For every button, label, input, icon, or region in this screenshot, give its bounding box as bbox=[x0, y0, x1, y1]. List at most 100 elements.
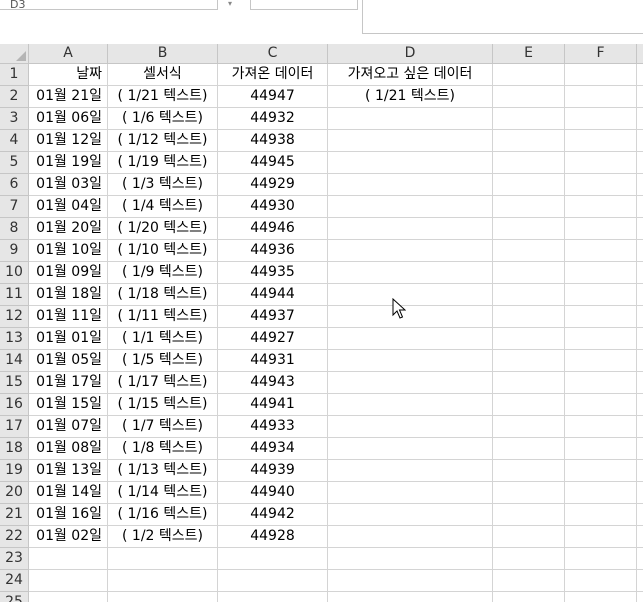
cell-d1[interactable]: 가져오고 싶은 데이터 bbox=[328, 64, 493, 86]
cell-g20[interactable] bbox=[637, 482, 643, 504]
cell-f19[interactable] bbox=[565, 460, 637, 482]
cell-a7[interactable]: 01월 04일 bbox=[29, 196, 108, 218]
cell-g14[interactable] bbox=[637, 350, 643, 372]
cell-d23[interactable] bbox=[328, 548, 493, 570]
cell-b9[interactable]: ( 1/10 텍스트) bbox=[108, 240, 218, 262]
cell-a23[interactable] bbox=[29, 548, 108, 570]
cell-e16[interactable] bbox=[493, 394, 565, 416]
cell-f1[interactable] bbox=[565, 64, 637, 86]
cell-a20[interactable]: 01월 14일 bbox=[29, 482, 108, 504]
cell-e5[interactable] bbox=[493, 152, 565, 174]
cell-g1[interactable] bbox=[637, 64, 643, 86]
row-header[interactable]: 8 bbox=[0, 218, 29, 240]
cell-g2[interactable] bbox=[637, 86, 643, 108]
cell-f9[interactable] bbox=[565, 240, 637, 262]
cell-f21[interactable] bbox=[565, 504, 637, 526]
cell-b6[interactable]: ( 1/3 텍스트) bbox=[108, 174, 218, 196]
cell-d25[interactable] bbox=[328, 592, 493, 602]
cell-d4[interactable] bbox=[328, 130, 493, 152]
row-header[interactable]: 16 bbox=[0, 394, 29, 416]
cell-g10[interactable] bbox=[637, 262, 643, 284]
cell-d17[interactable] bbox=[328, 416, 493, 438]
cell-d5[interactable] bbox=[328, 152, 493, 174]
cell-d7[interactable] bbox=[328, 196, 493, 218]
cell-c25[interactable] bbox=[218, 592, 328, 602]
cell-d18[interactable] bbox=[328, 438, 493, 460]
cell-g21[interactable] bbox=[637, 504, 643, 526]
row-header[interactable]: 24 bbox=[0, 570, 29, 592]
cell-f4[interactable] bbox=[565, 130, 637, 152]
cell-f14[interactable] bbox=[565, 350, 637, 372]
cell-g16[interactable] bbox=[637, 394, 643, 416]
cell-c3[interactable]: 44932 bbox=[218, 108, 328, 130]
formula-buttons[interactable] bbox=[250, 0, 358, 10]
cell-f16[interactable] bbox=[565, 394, 637, 416]
cell-g9[interactable] bbox=[637, 240, 643, 262]
cell-g5[interactable] bbox=[637, 152, 643, 174]
cell-d19[interactable] bbox=[328, 460, 493, 482]
cell-f7[interactable] bbox=[565, 196, 637, 218]
cell-a12[interactable]: 01월 11일 bbox=[29, 306, 108, 328]
cell-e25[interactable] bbox=[493, 592, 565, 602]
row-header[interactable]: 10 bbox=[0, 262, 29, 284]
cell-c2[interactable]: 44947 bbox=[218, 86, 328, 108]
row-header[interactable]: 13 bbox=[0, 328, 29, 350]
cell-b16[interactable]: ( 1/15 텍스트) bbox=[108, 394, 218, 416]
cell-d22[interactable] bbox=[328, 526, 493, 548]
cell-f6[interactable] bbox=[565, 174, 637, 196]
cell-g11[interactable] bbox=[637, 284, 643, 306]
cell-e13[interactable] bbox=[493, 328, 565, 350]
row-header[interactable]: 3 bbox=[0, 108, 29, 130]
row-header[interactable]: 19 bbox=[0, 460, 29, 482]
column-header-c[interactable]: C bbox=[218, 44, 328, 64]
cell-g8[interactable] bbox=[637, 218, 643, 240]
cell-e11[interactable] bbox=[493, 284, 565, 306]
cell-b12[interactable]: ( 1/11 텍스트) bbox=[108, 306, 218, 328]
row-header[interactable]: 14 bbox=[0, 350, 29, 372]
cell-e6[interactable] bbox=[493, 174, 565, 196]
cell-c4[interactable]: 44938 bbox=[218, 130, 328, 152]
cell-a1[interactable]: 날짜 bbox=[29, 64, 108, 86]
cell-b5[interactable]: ( 1/19 텍스트) bbox=[108, 152, 218, 174]
row-header[interactable]: 20 bbox=[0, 482, 29, 504]
cell-e14[interactable] bbox=[493, 350, 565, 372]
cell-f10[interactable] bbox=[565, 262, 637, 284]
cell-d9[interactable] bbox=[328, 240, 493, 262]
cell-a4[interactable]: 01월 12일 bbox=[29, 130, 108, 152]
cell-a22[interactable]: 01월 02일 bbox=[29, 526, 108, 548]
cell-a15[interactable]: 01월 17일 bbox=[29, 372, 108, 394]
row-header[interactable]: 21 bbox=[0, 504, 29, 526]
cell-c18[interactable]: 44934 bbox=[218, 438, 328, 460]
cell-d14[interactable] bbox=[328, 350, 493, 372]
cell-c13[interactable]: 44927 bbox=[218, 328, 328, 350]
column-header-a[interactable]: A bbox=[29, 44, 108, 64]
formula-bar-input[interactable] bbox=[362, 0, 643, 34]
cell-d24[interactable] bbox=[328, 570, 493, 592]
cell-b18[interactable]: ( 1/8 텍스트) bbox=[108, 438, 218, 460]
cell-c23[interactable] bbox=[218, 548, 328, 570]
cell-a10[interactable]: 01월 09일 bbox=[29, 262, 108, 284]
row-header[interactable]: 15 bbox=[0, 372, 29, 394]
row-header[interactable]: 4 bbox=[0, 130, 29, 152]
cell-d10[interactable] bbox=[328, 262, 493, 284]
cell-d6[interactable] bbox=[328, 174, 493, 196]
cell-f23[interactable] bbox=[565, 548, 637, 570]
cell-g24[interactable] bbox=[637, 570, 643, 592]
cell-b25[interactable] bbox=[108, 592, 218, 602]
name-box-dropdown-icon[interactable]: ▾ bbox=[228, 0, 232, 8]
cell-c15[interactable]: 44943 bbox=[218, 372, 328, 394]
cell-d21[interactable] bbox=[328, 504, 493, 526]
row-header[interactable]: 12 bbox=[0, 306, 29, 328]
cell-e4[interactable] bbox=[493, 130, 565, 152]
cell-f20[interactable] bbox=[565, 482, 637, 504]
row-header[interactable]: 25 bbox=[0, 592, 29, 602]
cell-c22[interactable]: 44928 bbox=[218, 526, 328, 548]
cell-a25[interactable] bbox=[29, 592, 108, 602]
column-header-b[interactable]: B bbox=[108, 44, 218, 64]
cell-e24[interactable] bbox=[493, 570, 565, 592]
cell-e23[interactable] bbox=[493, 548, 565, 570]
cell-b22[interactable]: ( 1/2 텍스트) bbox=[108, 526, 218, 548]
cell-c6[interactable]: 44929 bbox=[218, 174, 328, 196]
cell-c14[interactable]: 44931 bbox=[218, 350, 328, 372]
cell-d3[interactable] bbox=[328, 108, 493, 130]
